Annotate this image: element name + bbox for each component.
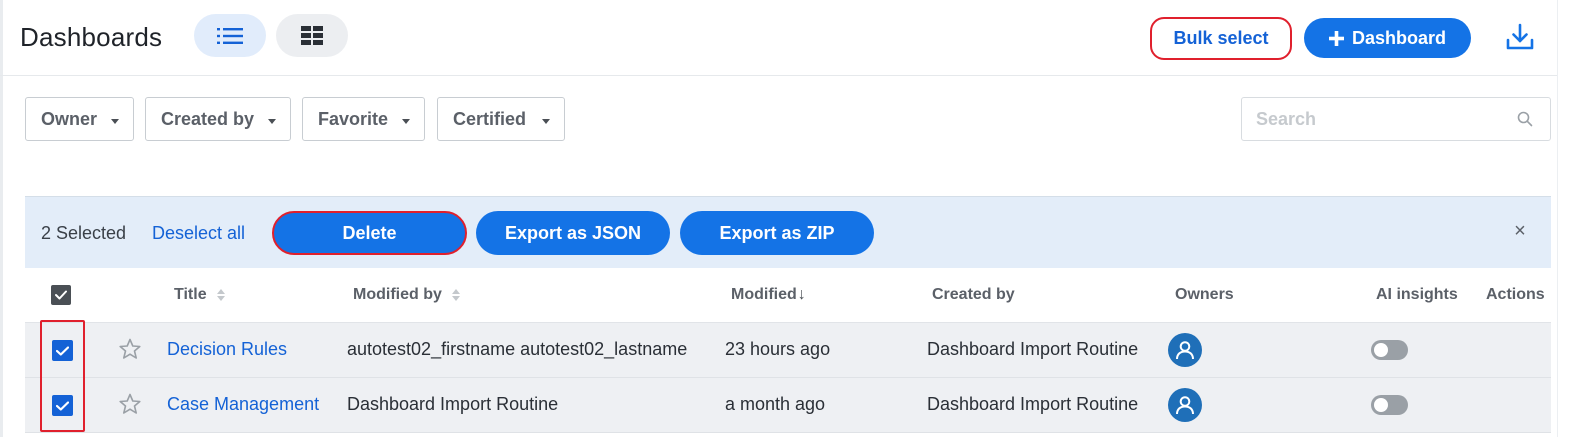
- selected-count: 2 Selected: [41, 223, 127, 243]
- sort-descending-icon: ↓: [797, 286, 806, 303]
- sort-icon: [451, 289, 460, 301]
- add-dashboard-button[interactable]: Dashboard: [1304, 18, 1471, 58]
- deselect-all-link[interactable]: Deselect all: [152, 223, 245, 244]
- user-avatar-icon: [1176, 396, 1194, 415]
- filter-owner-label: Owner: [41, 108, 98, 129]
- filter-created-by[interactable]: Created by: [145, 97, 291, 141]
- export-zip-button[interactable]: Export as ZIP: [680, 211, 874, 255]
- column-created-by: Created by: [932, 286, 1015, 303]
- table-row[interactable]: Case Management Dashboard Import Routine…: [25, 378, 1551, 433]
- modified-by-cell: Dashboard Import Routine: [347, 394, 559, 414]
- check-icon: [55, 290, 67, 300]
- check-icon: [56, 345, 69, 356]
- filter-certified-label: Certified: [453, 108, 527, 129]
- column-modified[interactable]: Modified ↓: [731, 286, 806, 304]
- plus-icon: [1328, 30, 1344, 46]
- export-json-button[interactable]: Export as JSON: [476, 211, 670, 255]
- column-actions: Actions: [1486, 286, 1545, 303]
- grid-icon: [301, 26, 323, 45]
- column-title[interactable]: Title: [174, 286, 225, 304]
- table-header: Title Modified by Modified ↓ Created by …: [25, 268, 1551, 323]
- filter-favorite-label: Favorite: [318, 108, 389, 129]
- ai-insights-toggle[interactable]: [1371, 340, 1408, 360]
- modified-cell: a month ago: [725, 394, 826, 414]
- page-title: Dashboards: [20, 22, 163, 52]
- column-modified-by[interactable]: Modified by: [353, 286, 460, 304]
- caret-down-icon: [111, 119, 119, 124]
- filter-owner[interactable]: Owner: [25, 97, 134, 141]
- column-title-label: Title: [174, 286, 207, 303]
- column-modified-label: Modified: [731, 286, 797, 303]
- created-by-cell: Dashboard Import Routine: [927, 394, 1139, 414]
- star-icon[interactable]: [118, 392, 142, 416]
- bulk-action-bar: 2 Selected Deselect all Delete Export as…: [25, 196, 1551, 268]
- user-avatar-icon: [1176, 341, 1194, 360]
- star-icon[interactable]: [118, 337, 142, 361]
- grid-view-button[interactable]: [276, 14, 348, 57]
- dashboard-title-link[interactable]: Decision Rules: [167, 339, 287, 360]
- ai-insights-toggle[interactable]: [1371, 395, 1408, 415]
- row-checkbox[interactable]: [52, 340, 73, 361]
- select-all-checkbox[interactable]: [51, 285, 71, 305]
- owner-avatar[interactable]: [1168, 388, 1202, 422]
- filter-favorite[interactable]: Favorite: [302, 97, 425, 141]
- filter-certified[interactable]: Certified: [437, 97, 565, 141]
- created-by-cell: Dashboard Import Routine: [927, 339, 1139, 359]
- dashboard-title-link[interactable]: Case Management: [167, 394, 319, 415]
- add-dashboard-label: Dashboard: [1351, 27, 1447, 48]
- check-icon: [56, 400, 69, 411]
- row-checkbox[interactable]: [52, 395, 73, 416]
- column-modified-by-label: Modified by: [353, 286, 442, 303]
- list-icon: [217, 27, 243, 44]
- delete-button[interactable]: Delete: [272, 211, 467, 255]
- column-owners: Owners: [1175, 286, 1234, 303]
- search-input[interactable]: [1241, 97, 1551, 141]
- page-header: Dashboards Bulk select Dashboard: [0, 0, 1557, 76]
- download-button[interactable]: [1503, 20, 1537, 54]
- column-ai-insights: AI insights: [1376, 286, 1458, 303]
- modified-by-cell: autotest02_firstname autotest02_lastname: [347, 339, 688, 359]
- caret-down-icon: [268, 119, 276, 124]
- sort-icon: [216, 289, 225, 301]
- owner-avatar[interactable]: [1168, 333, 1202, 367]
- table-row[interactable]: Decision Rules autotest02_firstname auto…: [25, 323, 1551, 378]
- close-icon[interactable]: ×: [1510, 220, 1530, 242]
- caret-down-icon: [542, 119, 550, 124]
- modified-cell: 23 hours ago: [725, 339, 831, 359]
- caret-down-icon: [402, 119, 410, 124]
- download-icon: [1506, 23, 1534, 50]
- scrollbar-track[interactable]: [1557, 0, 1574, 437]
- bulk-select-button[interactable]: Bulk select: [1150, 17, 1292, 60]
- list-view-button[interactable]: [194, 14, 266, 57]
- filter-created-by-label: Created by: [161, 108, 255, 129]
